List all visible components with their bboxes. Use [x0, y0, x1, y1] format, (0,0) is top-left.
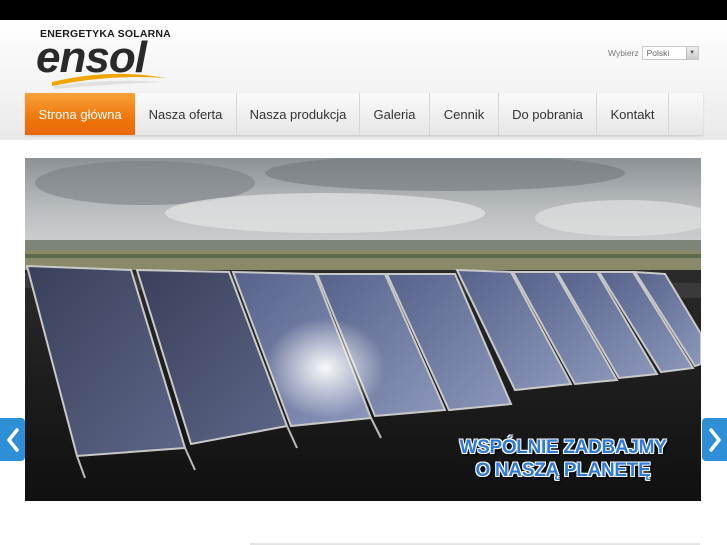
slider-next-button[interactable] [702, 418, 727, 461]
chevron-left-icon [6, 427, 19, 452]
chevron-right-icon [708, 427, 721, 452]
nav-item-downloads[interactable]: Do pobrania [499, 93, 597, 135]
chevron-down-icon[interactable]: ▼ [685, 47, 698, 59]
top-bar [0, 0, 727, 20]
language-label: Wybierz [608, 48, 639, 58]
hero-slogan: WSPÓLNIE ZADBAJMY O NASZĄ PLANETĘ [430, 436, 696, 482]
nav-item-label: Cennik [443, 106, 485, 122]
nav-item-label: Nasza produkcja [249, 106, 347, 122]
nav-item-production[interactable]: Nasza produkcja [237, 93, 360, 135]
slogan-line-2: O NASZĄ PLANETĘ [475, 460, 651, 481]
nav-item-gallery[interactable]: Galeria [360, 93, 430, 135]
slogan-line-1: WSPÓLNIE ZADBAJMY [459, 437, 667, 458]
logo-swoosh [52, 73, 166, 89]
nav-item-label: Galeria [373, 106, 416, 122]
language-selector: Wybierz Polski ▼ [608, 45, 699, 61]
nav-item-label: Do pobrania [512, 106, 583, 122]
main-navigation: Strona główna Nasza oferta Nasza produkc… [25, 93, 703, 135]
nav-item-home[interactable]: Strona główna [25, 93, 135, 135]
nav-item-contact[interactable]: Kontakt [597, 93, 669, 135]
nav-item-offer[interactable]: Nasza oferta [135, 93, 237, 135]
ensol-logo[interactable]: ENERGETYKA SOLARNA ensol [36, 28, 171, 89]
nav-item-label: Kontakt [610, 106, 655, 122]
language-dropdown[interactable]: Polski ▼ [641, 46, 699, 60]
nav-item-label: Strona główna [38, 106, 122, 122]
nav-item-pricelist[interactable]: Cennik [430, 93, 499, 135]
nav-item-label: Nasza oferta [148, 106, 223, 122]
slider-prev-button[interactable] [0, 418, 25, 461]
language-value: Polski [646, 48, 670, 58]
